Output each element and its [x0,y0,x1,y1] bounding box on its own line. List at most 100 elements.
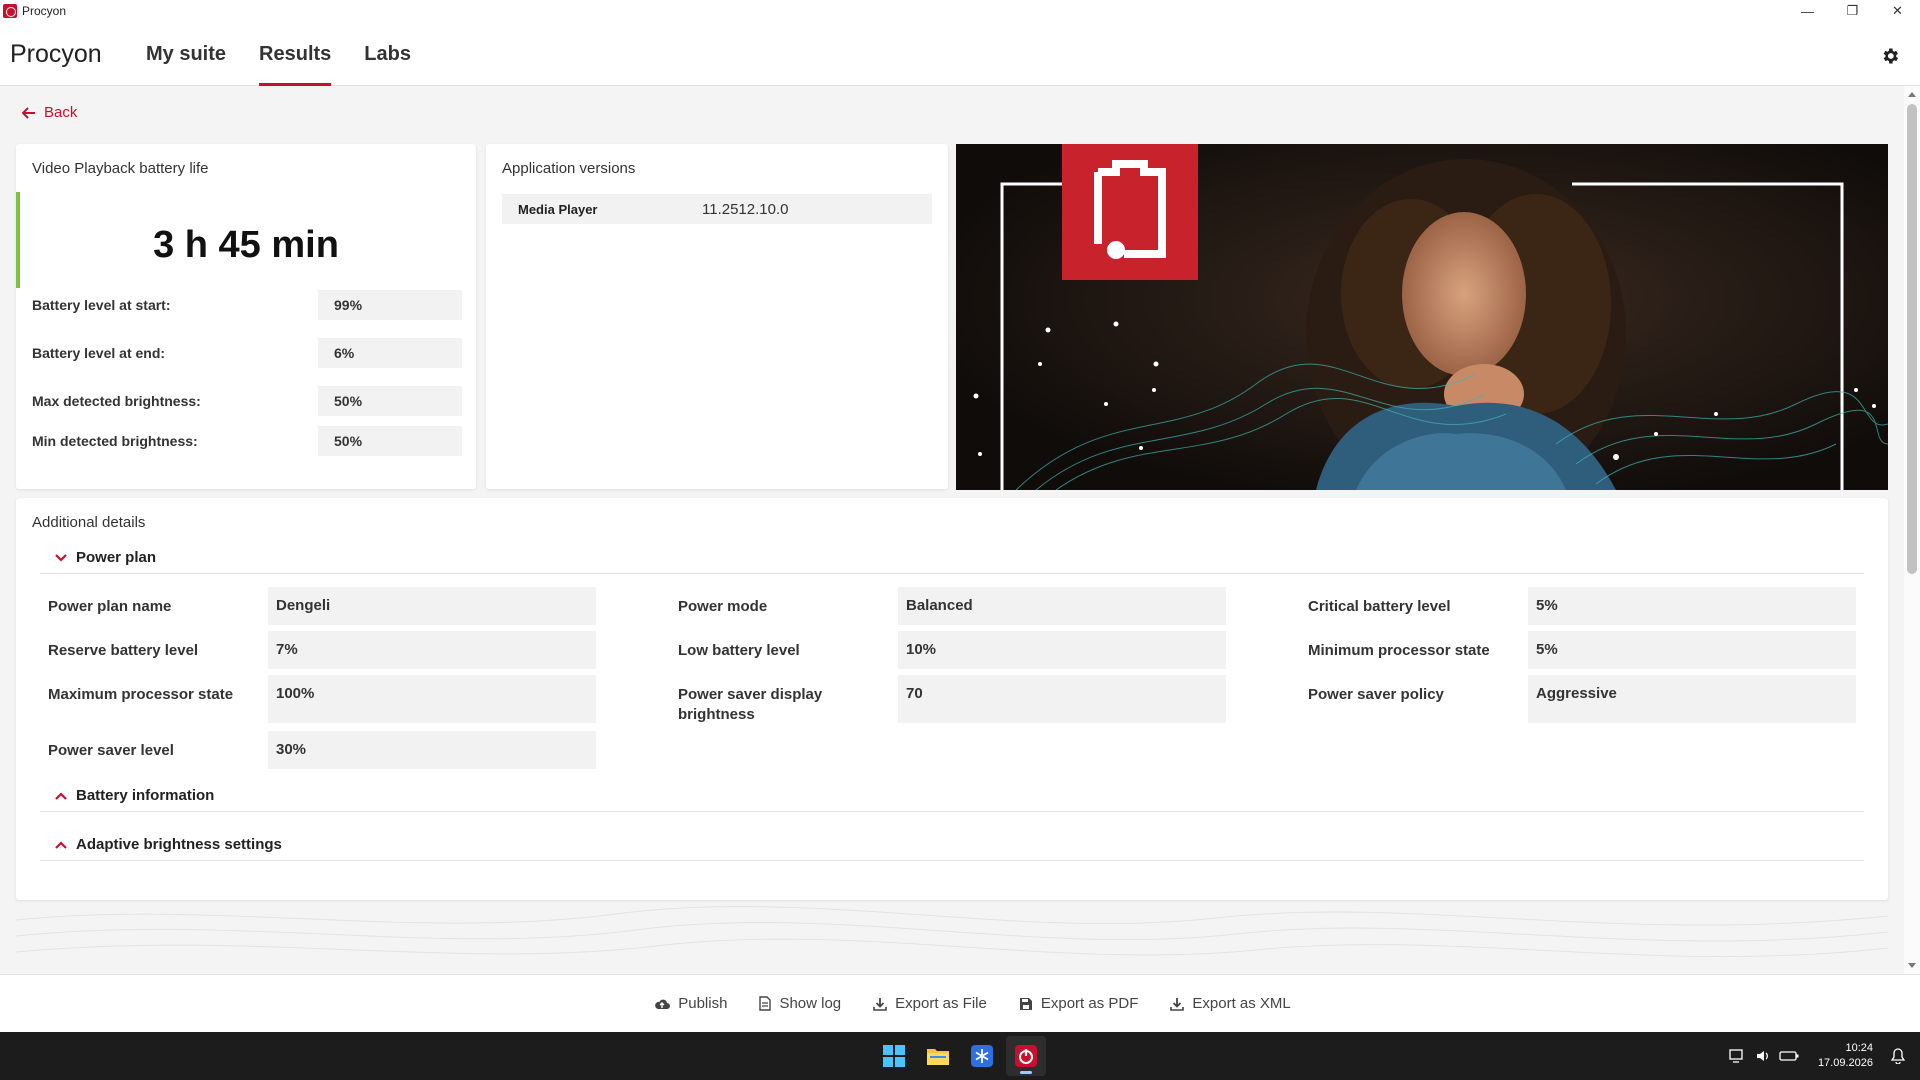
chevron-up-icon [55,840,67,849]
battery-icon[interactable] [1779,1046,1799,1066]
bottom-action-bar: Publish Show log Export as File Export a… [0,974,1920,1032]
main-nav: My suite Results Labs [130,22,428,86]
notification-bell-icon[interactable] [1888,1046,1908,1066]
export-file-button[interactable]: Export as File [873,995,987,1012]
app-versions-card: Application versions Media Player 11.251… [486,144,948,489]
result-row: Battery level at start: 99% [32,290,478,320]
field-label: Reserve battery level [48,642,199,659]
action-label: Show log [779,995,842,1012]
field-value: 30% [268,731,596,769]
field-label: Critical battery level [1308,598,1451,615]
result-row-value: 6% [318,338,462,368]
field-label: Power mode [678,598,768,615]
snowflake-app-icon[interactable] [962,1036,1002,1076]
field-label: Power plan name [48,598,172,615]
arrow-left-icon [22,106,35,119]
action-label: Export as PDF [1040,995,1139,1012]
windows-taskbar: 10:24 17.09.2026 [0,1032,1920,1080]
chevron-down-icon [55,553,67,562]
back-label: Back [44,104,78,121]
section-adaptive-brightness[interactable]: Adaptive brightness settings [40,829,1864,861]
field-label: Power saver level [48,742,174,759]
field-value: Dengeli [268,587,596,625]
result-title: Video Playback battery life [32,160,209,177]
additional-details-card: Additional details Power plan Power plan… [16,498,1888,900]
chevron-up-icon [55,791,67,800]
brand-title: Procyon [10,40,102,68]
file-explorer-icon[interactable] [918,1036,958,1076]
benchmark-hero-image [956,144,1888,490]
result-row-label: Battery level at start: [32,297,171,313]
clock-time: 10:24 [1845,1042,1873,1054]
settings-gear-icon[interactable] [1880,46,1900,66]
field-label: Low battery level [678,642,800,659]
window-titlebar: Procyon — ❐ ✕ [0,0,1920,22]
minimize-button[interactable]: — [1785,0,1830,22]
field-label: Power saver display brightness [678,686,823,723]
procyon-app-icon[interactable] [1006,1036,1046,1076]
field-value: Balanced [898,587,1226,625]
vertical-scrollbar[interactable] [1904,86,1920,974]
scrollbar-thumb[interactable] [1907,104,1917,574]
app-name: Media Player [518,201,598,217]
field-label: Maximum processor state [48,686,234,703]
result-row: Min detected brightness: 50% [32,426,478,456]
result-row-value: 50% [318,386,462,416]
field-value: 5% [1528,587,1856,625]
battery-life-score: 3 h 45 min [153,224,339,266]
back-link[interactable]: Back [22,104,77,121]
windows-start-icon[interactable] [874,1036,914,1076]
background-pattern [16,900,1888,964]
field-label: Power saver policy [1308,686,1444,703]
close-button[interactable]: ✕ [1875,0,1920,22]
export-xml-button[interactable]: Export as XML [1170,995,1291,1012]
section-label: Power plan [76,549,157,566]
section-label: Adaptive brightness settings [76,836,282,853]
network-icon[interactable] [1727,1046,1747,1066]
result-row-value: 99% [318,290,462,320]
field-value: 10% [898,631,1226,669]
save-icon [1019,997,1032,1010]
field-value: 5% [1528,631,1856,669]
section-battery-information[interactable]: Battery information [40,780,1864,812]
window-title: Procyon [22,4,67,18]
result-row-label: Max detected brightness: [32,393,201,409]
document-icon [759,996,772,1011]
app-versions-title: Application versions [502,160,636,177]
field-value: Aggressive [1528,675,1856,723]
action-label: Export as File [895,995,987,1012]
result-row: Battery level at end: 6% [32,338,478,368]
taskbar-clock[interactable]: 10:24 17.09.2026 [1818,1041,1873,1071]
app-version: 11.2512.10.0 [702,200,789,218]
section-power-plan[interactable]: Power plan [40,542,1864,574]
app-header: Procyon My suite Results Labs [0,22,1920,86]
tab-results[interactable]: Results [243,22,347,86]
field-label: Minimum processor state [1308,642,1490,659]
download-icon [1170,997,1185,1011]
action-label: Export as XML [1192,995,1291,1012]
tab-my-suite[interactable]: My suite [130,22,242,86]
restore-button[interactable]: ❐ [1830,0,1875,22]
export-pdf-button[interactable]: Export as PDF [1019,995,1139,1012]
publish-button[interactable]: Publish [654,995,727,1012]
clock-date: 17.09.2026 [1817,1057,1873,1069]
volume-icon[interactable] [1753,1046,1773,1066]
field-value: 7% [268,631,596,669]
tab-labs[interactable]: Labs [348,22,427,86]
download-icon [873,997,887,1011]
result-row-label: Battery level at end: [32,345,166,361]
details-title: Additional details [32,514,146,531]
result-row-label: Min detected brightness: [32,433,198,449]
section-label: Battery information [76,787,215,804]
app-version-row: Media Player 11.2512.10.0 [502,194,932,224]
action-label: Publish [678,995,728,1012]
procyon-logo-icon [3,4,17,18]
scroll-up-arrow-icon[interactable] [1908,92,1916,97]
result-row: Max detected brightness: 50% [32,386,478,416]
field-value: 100% [268,675,596,723]
cloud-upload-icon [655,999,671,1009]
field-value: 70 [898,675,1226,723]
scroll-down-arrow-icon[interactable] [1908,963,1916,968]
show-log-button[interactable]: Show log [759,995,841,1012]
system-tray: 10:24 17.09.2026 [1724,1032,1920,1080]
